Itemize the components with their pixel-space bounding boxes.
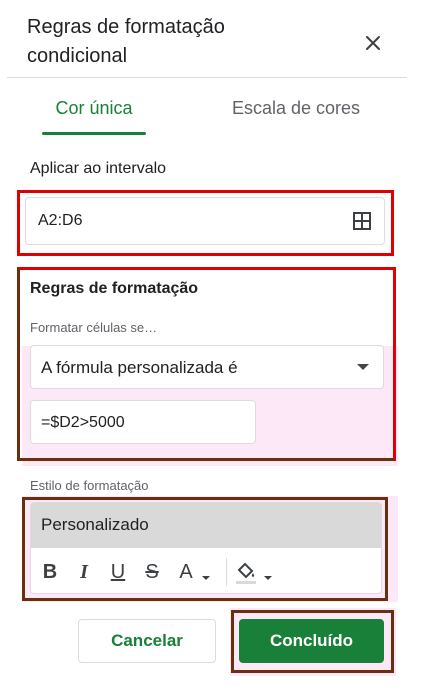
panel-title: Regras de formatação condicional xyxy=(27,16,225,67)
text-color-icon[interactable]: A xyxy=(175,560,197,584)
close-icon[interactable] xyxy=(361,31,385,55)
tab-color-scale[interactable]: Escala de cores xyxy=(221,93,371,135)
condition-label: Formatar células se… xyxy=(30,320,158,335)
tab-single-color[interactable]: Cor única xyxy=(42,93,146,135)
style-preset-value: Personalizado xyxy=(41,515,149,534)
underline-icon[interactable]: U xyxy=(107,560,129,584)
done-button[interactable]: Concluído xyxy=(239,619,384,663)
condition-value: A fórmula personalizada é xyxy=(41,358,238,377)
text-color-caret-icon xyxy=(202,576,210,580)
italic-icon[interactable]: I xyxy=(73,560,95,584)
fill-color-icon[interactable] xyxy=(234,560,258,586)
format-style-box: Personalizado B I U S A xyxy=(30,502,382,594)
rules-heading: Regras de formatação xyxy=(30,280,199,297)
range-input[interactable]: A2:D6 xyxy=(25,197,385,245)
apply-range-label: Aplicar ao intervalo xyxy=(30,160,167,177)
select-range-grid-icon[interactable] xyxy=(352,211,372,231)
bold-icon[interactable]: B xyxy=(39,560,61,584)
toolbar-separator xyxy=(226,558,227,586)
format-toolbar: B I U S A xyxy=(31,550,381,593)
fill-color-caret-icon xyxy=(264,576,272,580)
tab-single-color-label: Cor única xyxy=(55,98,133,118)
format-style-label: Estilo de formatação xyxy=(30,478,149,493)
panel-header: Regras de formatação condicional xyxy=(7,7,407,78)
active-tab-indicator xyxy=(42,132,146,135)
tab-color-scale-label: Escala de cores xyxy=(231,98,361,118)
tab-bar: Cor única Escala de cores xyxy=(7,93,407,137)
style-preset-dropdown[interactable]: Personalizado xyxy=(31,503,381,548)
range-value: A2:D6 xyxy=(38,212,83,229)
formula-value: =$D2>5000 xyxy=(41,414,125,431)
strikethrough-icon[interactable]: S xyxy=(141,560,163,584)
cancel-button[interactable]: Cancelar xyxy=(78,619,216,663)
formula-input[interactable]: =$D2>5000 xyxy=(30,400,256,444)
dropdown-caret-icon xyxy=(357,364,369,370)
condition-dropdown[interactable]: A fórmula personalizada é xyxy=(30,345,384,389)
